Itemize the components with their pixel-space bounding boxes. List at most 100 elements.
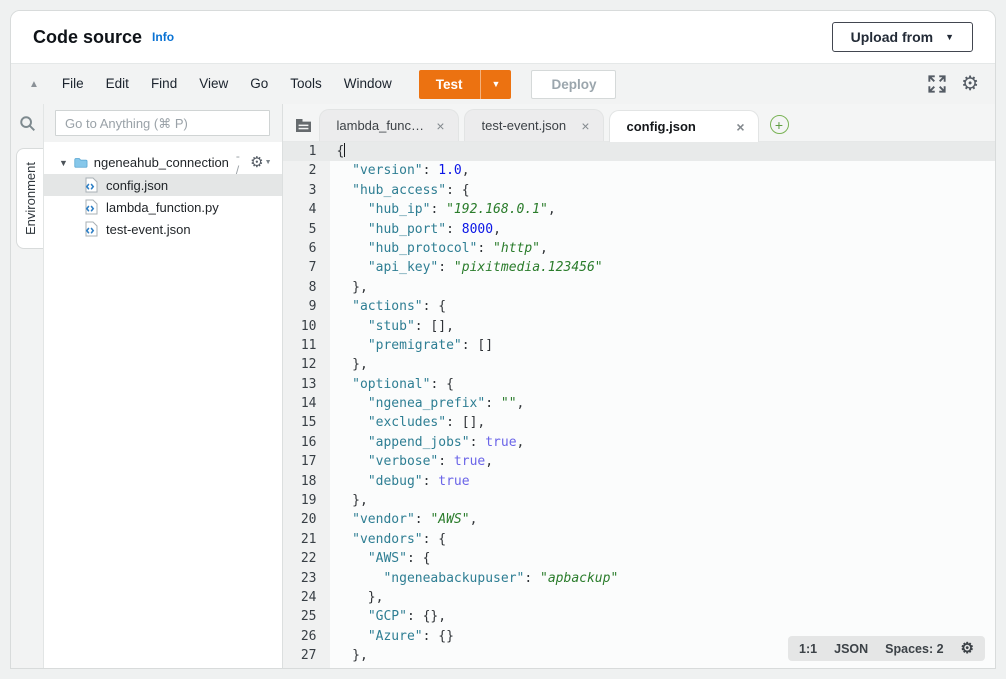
file-icon	[85, 177, 98, 193]
test-button[interactable]: Test	[419, 70, 480, 99]
left-icon-strip: Environment	[11, 104, 44, 668]
code-text: "hub_port": 8000,	[330, 220, 996, 239]
collapse-editor-icon[interactable]: ▲	[29, 79, 39, 90]
upload-from-button[interactable]: Upload from ▼	[832, 22, 973, 52]
new-tab-button[interactable]: +	[770, 115, 789, 134]
line-number: 21	[283, 530, 330, 549]
menu-item-view[interactable]: View	[188, 76, 239, 91]
fullscreen-icon[interactable]	[928, 75, 946, 93]
menu-item-file[interactable]: File	[51, 76, 95, 91]
code-line-14: 14 "ngenea_prefix": "",	[283, 394, 996, 413]
line-number: 26	[283, 627, 330, 646]
tree-file-config.json[interactable]: config.json	[44, 174, 282, 196]
line-number: 1	[283, 142, 330, 161]
tab-list-button[interactable]	[289, 110, 319, 141]
code-editor[interactable]: 1{2 "version": 1.0,3 "hub_access": {4 "h…	[283, 142, 996, 668]
folder-icon	[74, 156, 88, 170]
menu-item-window[interactable]: Window	[333, 76, 403, 91]
code-line-15: 15 "excludes": [],	[283, 413, 996, 432]
code-source-panel: Code source Info Upload from ▼ ▲ FileEdi…	[10, 10, 996, 669]
code-text: },	[330, 588, 996, 607]
file-icon	[85, 221, 98, 237]
tree-file-lambda_function.py[interactable]: lambda_function.py	[44, 196, 282, 218]
tree-gear-icon: ⚙	[250, 155, 263, 170]
line-number: 24	[283, 588, 330, 607]
file-icon	[85, 199, 98, 215]
menu-item-find[interactable]: Find	[140, 76, 188, 91]
tabs: lambda_function×test-event.json×config.j…	[319, 109, 759, 141]
code-text: "ngeneabackupuser": "apbackup"	[330, 569, 996, 588]
line-number: 14	[283, 394, 330, 413]
settings-gear-icon[interactable]: ⚙	[961, 74, 979, 94]
code-line-17: 17 "verbose": true,	[283, 452, 996, 471]
menu-item-go[interactable]: Go	[239, 76, 279, 91]
editor-panel: lambda_function×test-event.json×config.j…	[283, 104, 996, 668]
tab-label: test-event.json	[482, 118, 572, 133]
menubar-right: ⚙	[928, 74, 979, 94]
test-split-button[interactable]: Test ▼	[419, 70, 512, 99]
search-icon	[19, 115, 36, 132]
menu-item-tools[interactable]: Tools	[279, 76, 333, 91]
code-text: "debug": true	[330, 472, 996, 491]
code-line-19: 19 },	[283, 491, 996, 510]
language-mode[interactable]: JSON	[834, 642, 868, 656]
close-icon[interactable]: ×	[432, 118, 448, 134]
line-number: 15	[283, 413, 330, 432]
code-text: },	[330, 491, 996, 510]
file-name: config.json	[106, 178, 168, 193]
folder-path-suffix: - /	[236, 149, 244, 177]
editor-tab-config.json[interactable]: config.json ×	[609, 110, 759, 142]
tree-file-test-event.json[interactable]: test-event.json	[44, 218, 282, 240]
code-line-3: 3 "hub_access": {	[283, 181, 996, 200]
code-text: "hub_protocol": "http",	[330, 239, 996, 258]
tree-file-list: config.json lambda_function.pytest-event.…	[44, 174, 282, 240]
code-text: "excludes": [],	[330, 413, 996, 432]
goto-anything-input[interactable]	[55, 110, 270, 136]
editor-settings-gear-icon[interactable]: ⚙	[961, 641, 974, 656]
code-line-28: 28 "sites": [	[283, 666, 996, 668]
line-number: 22	[283, 549, 330, 568]
code-text: "vendor": "AWS",	[330, 510, 996, 529]
line-number: 25	[283, 607, 330, 626]
menu-bar: ▲ FileEditFindViewGoToolsWindow Test ▼ D…	[11, 63, 995, 104]
menu-item-edit[interactable]: Edit	[95, 76, 140, 91]
cursor-position[interactable]: 1:1	[799, 642, 817, 656]
tab-label: lambda_function	[337, 118, 427, 133]
code-line-1: 1{	[283, 142, 996, 161]
code-text: },	[330, 278, 996, 297]
tab-label: config.json	[627, 119, 727, 134]
environment-tab[interactable]: Environment	[16, 148, 43, 249]
main-area: Environment ▼ ngeneahub_connection - / ⚙	[11, 104, 995, 668]
line-number: 9	[283, 297, 330, 316]
editor-tab-test-event.json[interactable]: test-event.json ×	[464, 109, 604, 141]
code-line-23: 23 "ngeneabackupuser": "apbackup"	[283, 569, 996, 588]
indent-setting[interactable]: Spaces: 2	[885, 642, 943, 656]
file-tree-panel: ▼ ngeneahub_connection - / ⚙ ▼ config.js…	[44, 104, 283, 668]
tree-folder-row[interactable]: ▼ ngeneahub_connection - / ⚙ ▼	[44, 151, 282, 174]
code-text: "verbose": true,	[330, 452, 996, 471]
code-line-13: 13 "optional": {	[283, 375, 996, 394]
close-icon[interactable]: ×	[577, 118, 593, 134]
test-dropdown-caret-icon[interactable]: ▼	[480, 70, 512, 99]
close-icon[interactable]: ×	[732, 119, 748, 135]
text-cursor	[344, 143, 345, 157]
code-line-24: 24 },	[283, 588, 996, 607]
code-line-16: 16 "append_jobs": true,	[283, 433, 996, 452]
tree-settings-button[interactable]: ⚙ ▼	[250, 155, 271, 170]
info-link[interactable]: Info	[152, 30, 174, 44]
code-line-11: 11 "premigrate": []	[283, 336, 996, 355]
deploy-button[interactable]: Deploy	[531, 70, 616, 99]
plus-icon: +	[775, 118, 783, 132]
code-line-18: 18 "debug": true	[283, 472, 996, 491]
line-number: 8	[283, 278, 330, 297]
folder-disclosure-icon[interactable]: ▼	[59, 158, 68, 168]
code-line-10: 10 "stub": [],	[283, 317, 996, 336]
code-line-4: 4 "hub_ip": "192.168.0.1",	[283, 200, 996, 219]
menu-items: FileEditFindViewGoToolsWindow	[51, 75, 403, 93]
code-text: "stub": [],	[330, 317, 996, 336]
code-text: "version": 1.0,	[330, 161, 996, 180]
search-icon-button[interactable]	[11, 104, 43, 142]
tab-bar: lambda_function×test-event.json×config.j…	[283, 104, 996, 142]
line-number: 2	[283, 161, 330, 180]
editor-tab-lambda_function[interactable]: lambda_function ×	[319, 109, 459, 141]
